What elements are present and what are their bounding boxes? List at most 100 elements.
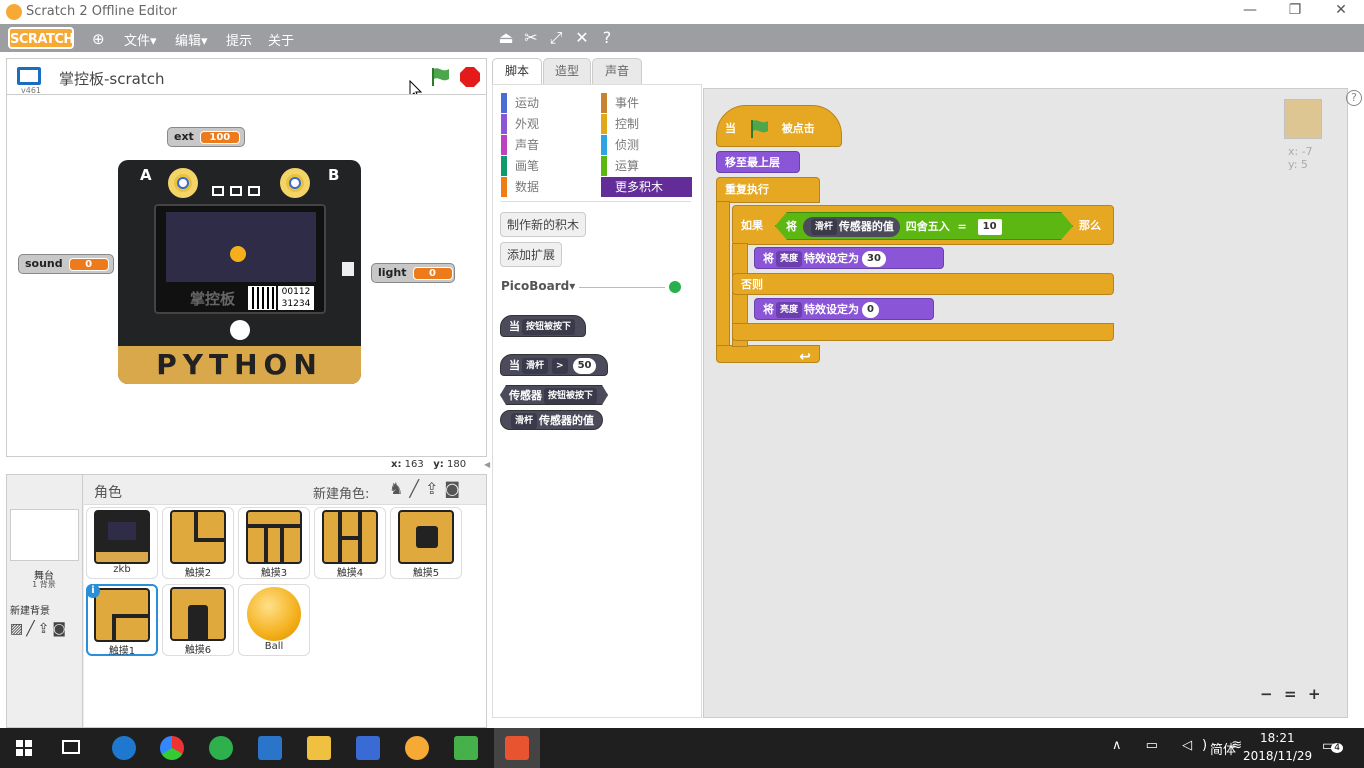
extension-name[interactable]: PicoBoard▾ xyxy=(501,279,575,293)
tab-sounds[interactable]: 声音 xyxy=(592,58,642,84)
block-op-dropdown[interactable]: > xyxy=(552,358,568,374)
block-sensor-dropdown[interactable]: 滑杆 xyxy=(522,358,549,374)
vscode-icon[interactable] xyxy=(258,736,282,760)
sprite-touch6[interactable]: 触摸6 xyxy=(162,584,234,656)
block-forever[interactable]: 重复执行 xyxy=(716,177,820,203)
shrink-icon[interactable]: ✕ xyxy=(572,28,592,47)
paint-backdrop-icon[interactable]: ╱ xyxy=(26,621,37,637)
upload-backdrop-icon[interactable]: ⇪ xyxy=(38,621,53,637)
app-green-icon[interactable] xyxy=(454,736,478,760)
add-extension-button[interactable]: 添加扩展 xyxy=(500,242,563,267)
scratch-logo[interactable]: SCRATCH xyxy=(8,27,74,49)
info-icon[interactable]: i xyxy=(86,584,100,598)
category-control[interactable]: 控制 xyxy=(601,114,691,134)
minimize-button[interactable]: — xyxy=(1240,2,1260,18)
chrome-color-icon[interactable] xyxy=(160,736,184,760)
category-sound[interactable]: 声音 xyxy=(501,135,591,155)
stage-thumbnail[interactable] xyxy=(10,509,79,561)
block-go-to-front[interactable]: 移至最上层 xyxy=(716,151,800,173)
stop-icon[interactable] xyxy=(459,66,481,88)
effect-dropdown[interactable]: 亮度 xyxy=(776,251,803,267)
effect-value-input[interactable]: 30 xyxy=(862,251,886,267)
cut-icon[interactable]: ✂ xyxy=(521,28,541,47)
task-view-icon[interactable] xyxy=(62,740,80,754)
category-events[interactable]: 事件 xyxy=(601,93,691,113)
notification-icon[interactable]: ▭4 xyxy=(1322,738,1343,754)
block-if-else[interactable]: 如果 将 滑杆 传感器的值 四舍五入 = 10 那么 xyxy=(732,205,1114,245)
sprite-touch2[interactable]: 触摸2 xyxy=(162,507,234,579)
stamp-icon[interactable]: ⏏ xyxy=(496,28,516,47)
paint-sprite-icon[interactable]: ╱ xyxy=(409,479,425,498)
category-data[interactable]: 数据 xyxy=(501,177,591,197)
mpython-icon[interactable] xyxy=(356,736,380,760)
upload-sprite-icon[interactable]: ⇪ xyxy=(425,479,444,498)
clock-date[interactable]: 2018/11/29 xyxy=(1243,749,1312,763)
sprite-library-icon[interactable]: ♞ xyxy=(389,479,409,498)
help-side-icon[interactable]: ? xyxy=(1346,90,1362,106)
sprite-touch3[interactable]: 触摸3 xyxy=(238,507,310,579)
block-value-input[interactable]: 50 xyxy=(572,358,597,374)
collapse-arrow-icon[interactable]: ◀ xyxy=(484,460,492,472)
sprite-zkb[interactable]: zkb xyxy=(86,507,158,579)
presentation-mode-icon[interactable] xyxy=(17,67,41,85)
camera-backdrop-icon[interactable]: ◙ xyxy=(52,621,69,637)
camera-sprite-icon[interactable]: ◙ xyxy=(444,479,466,498)
block-sensor-value[interactable]: 滑杆 传感器的值 xyxy=(500,410,604,430)
sprite-touch5[interactable]: 触摸5 xyxy=(390,507,462,579)
sensor-reporter[interactable]: 滑杆 传感器的值 xyxy=(803,217,900,237)
sprite-touch1[interactable]: 触摸1 i xyxy=(86,584,158,657)
menu-about[interactable]: 关于 xyxy=(268,30,294,49)
monitor-ext[interactable]: ext 100 xyxy=(167,127,245,147)
menu-tips[interactable]: 提示 xyxy=(226,30,252,49)
file-explorer-icon[interactable] xyxy=(307,736,331,760)
menu-file[interactable]: 文件▾ xyxy=(124,30,157,49)
zoom-out-icon[interactable]: − xyxy=(1260,685,1273,703)
sprite-touch4[interactable]: 触摸4 xyxy=(314,507,386,579)
category-operators[interactable]: 运算 xyxy=(601,156,691,176)
hat-when-flag-clicked[interactable]: 当 被点击 xyxy=(716,105,842,147)
windows-start-icon[interactable] xyxy=(16,740,32,756)
edge-icon[interactable] xyxy=(112,736,136,760)
category-more-blocks[interactable]: 更多积木 xyxy=(601,177,692,197)
block-sensor-bool[interactable]: 传感器 按钮被按下 xyxy=(500,385,608,405)
zoom-reset-icon[interactable]: = xyxy=(1284,685,1297,703)
tab-scripts[interactable]: 脚本 xyxy=(492,58,542,84)
category-sensing[interactable]: 侦测 xyxy=(601,135,691,155)
backdrop-library-icon[interactable]: ▨ xyxy=(10,621,26,637)
effect-value-input[interactable]: 0 xyxy=(862,302,879,318)
active-app-icon[interactable] xyxy=(494,728,540,768)
monitor-sound[interactable]: sound 0 xyxy=(18,254,114,274)
block-set-effect-2[interactable]: 将亮度 特效设定为 0 xyxy=(754,298,934,320)
green-flag-icon[interactable] xyxy=(429,66,451,88)
category-motion[interactable]: 运动 xyxy=(501,93,591,113)
block-sensor-dropdown[interactable]: 滑杆 xyxy=(511,413,538,429)
block-button-dropdown[interactable]: 按钮被按下 xyxy=(522,319,576,335)
close-button[interactable]: ✕ xyxy=(1331,2,1351,18)
clock-time[interactable]: 18:21 xyxy=(1260,731,1295,745)
block-equals[interactable]: 将 滑杆 传感器的值 四舍五入 = 10 xyxy=(775,212,1073,240)
scratch-app-icon[interactable] xyxy=(405,736,429,760)
restore-button[interactable]: ❐ xyxy=(1285,2,1305,18)
slider-dropdown[interactable]: 滑杆 xyxy=(811,219,837,235)
help-icon[interactable]: ? xyxy=(597,28,617,47)
globe-icon[interactable]: ⊕ xyxy=(92,30,105,48)
block-when-sensor[interactable]: 当滑杆 >50 xyxy=(500,354,609,376)
category-looks[interactable]: 外观 xyxy=(501,114,591,134)
browser-icon[interactable] xyxy=(209,736,233,760)
sprite-ball[interactable]: Ball xyxy=(238,584,310,656)
board-sprite[interactable]: A B 掌控板 00112 31234 PYTHON xyxy=(118,160,361,384)
block-button-dropdown[interactable]: 按钮被按下 xyxy=(544,388,597,404)
monitor-light[interactable]: light 0 xyxy=(371,263,455,283)
tab-costumes[interactable]: 造型 xyxy=(543,58,591,84)
menu-edit[interactable]: 编辑▾ xyxy=(175,30,208,49)
block-set-effect-1[interactable]: 将亮度 特效设定为 30 xyxy=(754,247,944,269)
ime-label[interactable]: 简体 xyxy=(1210,739,1236,758)
category-pen[interactable]: 画笔 xyxy=(501,156,591,176)
compare-value-input[interactable]: 10 xyxy=(978,219,1002,235)
zoom-in-icon[interactable]: + xyxy=(1308,685,1321,703)
grow-icon[interactable]: ⤢ xyxy=(546,28,566,48)
effect-dropdown[interactable]: 亮度 xyxy=(776,302,803,318)
block-when-button[interactable]: 当按钮被按下 xyxy=(500,315,587,337)
make-block-button[interactable]: 制作新的积木 xyxy=(500,212,587,237)
script-area[interactable]: 当 被点击 移至最上层 重复执行 ↩ 如果 将 滑杆 传感器的值 四舍五入 = 1… xyxy=(703,88,1348,718)
